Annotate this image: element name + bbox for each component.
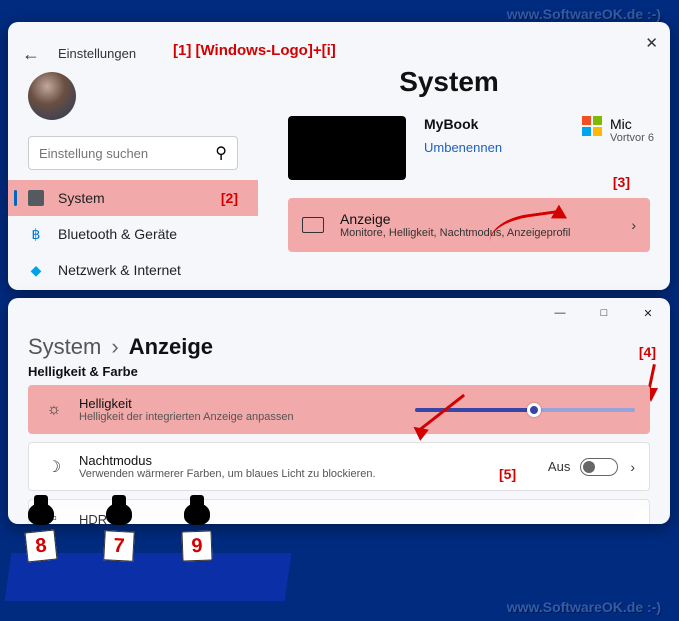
moon-icon: ☽ — [43, 457, 65, 477]
close-button[interactable]: ✕ — [645, 34, 658, 52]
brightness-row[interactable]: ☼ Helligkeit Helligkeit der integrierten… — [28, 385, 650, 434]
monitor-icon — [302, 217, 324, 233]
judges-illustration: 8 7 9 — [8, 501, 308, 601]
arrow-3 — [478, 207, 568, 247]
annotation-4: [4] — [639, 344, 656, 360]
breadcrumb-current: Anzeige — [129, 334, 213, 360]
breadcrumb-parent[interactable]: System — [28, 334, 101, 360]
nav-label: System — [58, 190, 105, 206]
minimize-button[interactable]: — — [538, 298, 582, 328]
device-row: MyBook Umbenennen Mic Vortvor 6 — [288, 116, 660, 180]
sun-icon: ☼ — [43, 401, 65, 419]
judge-3: 9 — [182, 503, 212, 561]
display-card[interactable]: Anzeige Monitore, Helligkeit, Nachtmodus… — [288, 198, 650, 252]
microsoft-logo-icon — [582, 116, 602, 136]
window-title: Einstellungen — [58, 46, 136, 61]
nav-item-system[interactable]: System [2] — [8, 180, 258, 216]
wifi-icon: ◆ — [28, 262, 44, 278]
close-button[interactable]: ✕ — [626, 298, 670, 328]
bluetooth-icon: ฿ — [28, 226, 44, 242]
judge-head-icon — [28, 503, 54, 525]
nav-item-network[interactable]: ◆ Netzwerk & Internet — [8, 252, 258, 288]
settings-window: ← Einstellungen [1] [Windows-Logo]+[i] ✕… — [8, 22, 670, 290]
judge-head-icon — [106, 503, 132, 525]
row-subtitle: Verwenden wärmerer Farben, um blaues Lic… — [79, 468, 376, 480]
titlebar: — □ ✕ — [8, 298, 670, 328]
judge-head-icon — [184, 503, 210, 525]
search-icon: ⚲ — [215, 143, 227, 163]
nightmode-toggle[interactable] — [580, 458, 618, 476]
nav-list: System [2] ฿ Bluetooth & Geräte ◆ Netzwe… — [8, 180, 258, 288]
chevron-right-icon: › — [631, 217, 636, 233]
nav-item-bluetooth[interactable]: ฿ Bluetooth & Geräte — [8, 216, 258, 252]
section-title: Helligkeit & Farbe — [8, 362, 670, 385]
score-card: 9 — [181, 530, 212, 561]
user-avatar[interactable] — [28, 72, 76, 120]
annotation-5: [5] — [499, 466, 516, 482]
display-settings-window: — □ ✕ System › Anzeige Helligkeit & Farb… — [8, 298, 670, 524]
nav-label: Bluetooth & Geräte — [58, 226, 177, 242]
rename-link[interactable]: Umbenennen — [424, 140, 502, 155]
search-box[interactable]: ⚲ — [28, 136, 238, 170]
device-thumbnail — [288, 116, 406, 180]
device-name: MyBook — [424, 116, 502, 132]
row-subtitle: Helligkeit der integrierten Anzeige anpa… — [79, 411, 294, 423]
search-input[interactable] — [39, 146, 199, 161]
watermark-bottom: www.SoftwareOK.de :-) — [507, 599, 661, 615]
toggle-state-label: Aus — [548, 459, 570, 474]
right-panel: System MyBook Umbenennen Mic Vortvor 6 [… — [278, 66, 660, 252]
page-heading: System — [238, 66, 660, 98]
row-title: Helligkeit — [79, 396, 294, 411]
chevron-right-icon: › — [630, 459, 635, 475]
ms-sub: Vortvor 6 — [610, 132, 654, 144]
judge-1: 8 — [26, 503, 56, 561]
ms-title: Mic — [610, 116, 654, 132]
annotation-3: [3] — [613, 174, 630, 190]
watermark-top: www.SoftwareOK.de :-) — [507, 6, 661, 22]
score-card: 8 — [25, 530, 58, 563]
annotation-2: [2] — [221, 190, 238, 206]
chevron-right-icon: › — [111, 334, 118, 360]
left-panel: ⚲ System [2] ฿ Bluetooth & Geräte ◆ Netz… — [8, 72, 258, 288]
slider-knob[interactable] — [527, 403, 541, 417]
nightmode-row[interactable]: ☽ Nachtmodus Verwenden wärmerer Farben, … — [28, 442, 650, 491]
nav-label: Netzwerk & Internet — [58, 262, 181, 278]
back-button[interactable]: ← — [22, 44, 40, 65]
score-card: 7 — [103, 530, 135, 562]
row-title: Nachtmodus — [79, 453, 376, 468]
annotation-1: [1] [Windows-Logo]+[i] — [173, 42, 336, 59]
system-icon — [28, 190, 44, 206]
microsoft-block[interactable]: Mic Vortvor 6 — [582, 116, 660, 144]
breadcrumb: System › Anzeige — [8, 328, 670, 362]
judge-2: 7 — [104, 503, 134, 561]
maximize-button[interactable]: □ — [582, 298, 626, 328]
